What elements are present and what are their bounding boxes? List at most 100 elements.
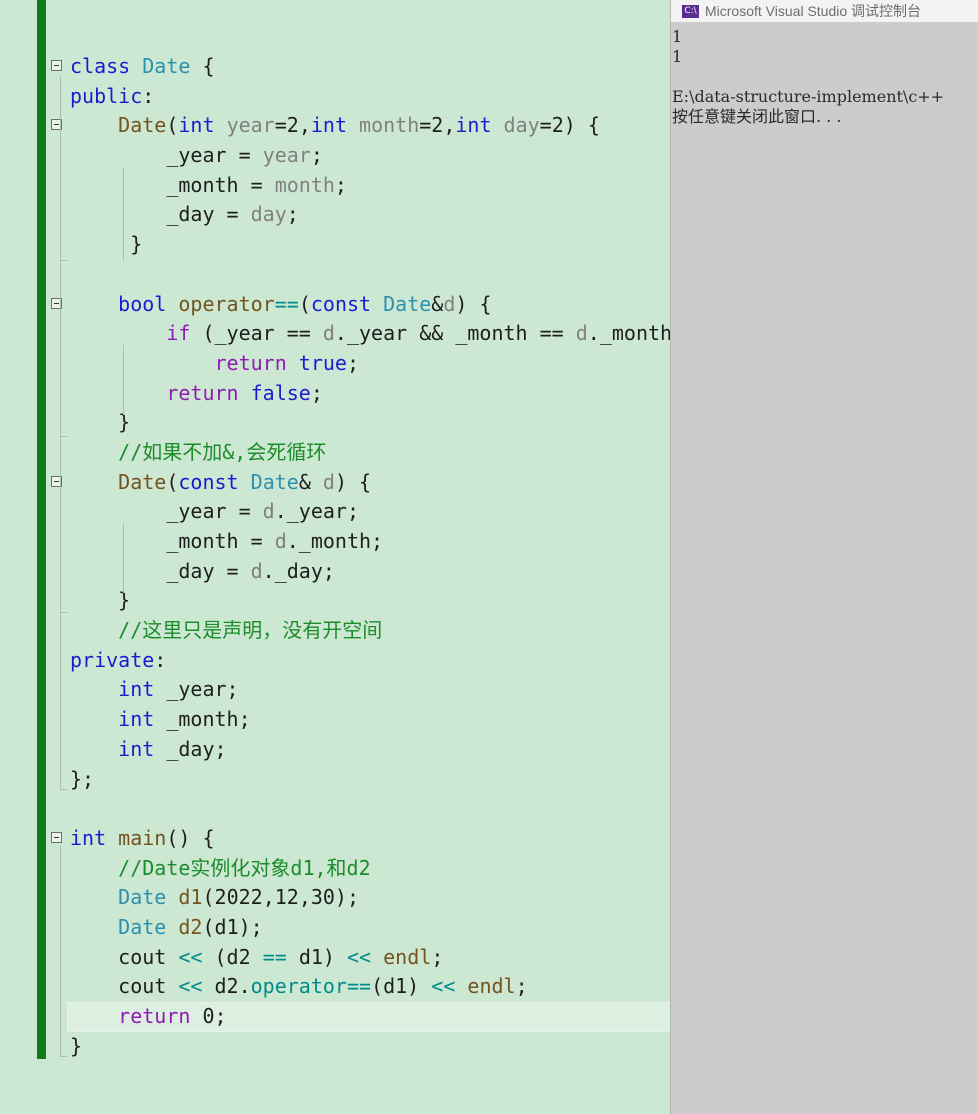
code-line[interactable]: return 0; <box>0 1002 670 1032</box>
code-editor[interactable]: class Date {public: Date(int year=2,int … <box>0 0 670 1114</box>
code-token: int <box>178 113 215 138</box>
code-token: ( <box>298 291 311 316</box>
code-token: d <box>250 558 263 583</box>
code-line[interactable]: Date(int year=2,int month=2,int day=2) { <box>0 111 670 141</box>
code-line[interactable]: int _month; <box>0 705 670 735</box>
code-line[interactable]: } <box>0 586 670 616</box>
console-title: Microsoft Visual Studio 调试控制台 <box>705 3 922 19</box>
code-line[interactable]: _day = day; <box>0 200 670 230</box>
code-line[interactable]: } <box>0 1032 670 1062</box>
code-token: int <box>455 113 492 138</box>
code-token: year <box>262 143 311 168</box>
code-line[interactable]: cout << (d2 == d1) << endl; <box>0 943 670 973</box>
console-title-bar[interactable]: C:\ Microsoft Visual Studio 调试控制台 <box>671 0 978 22</box>
code-token: } <box>70 410 131 435</box>
code-line[interactable]: Date d2(d1); <box>0 913 670 943</box>
code-line[interactable]: bool operator==(const Date&d) { <box>0 290 670 320</box>
code-line[interactable]: _month = month; <box>0 171 670 201</box>
code-token: public <box>70 83 143 108</box>
code-line[interactable]: return false; <box>0 379 670 409</box>
code-token: cout <box>70 974 179 999</box>
code-line[interactable]: //如果不加&,会死循环 <box>0 438 670 468</box>
code-line[interactable]: }; <box>0 765 670 795</box>
code-token: =2, <box>274 113 311 138</box>
outline-guide <box>123 345 124 415</box>
code-token: bool <box>118 291 167 316</box>
code-token: : <box>154 647 167 672</box>
code-token: ( <box>166 469 179 494</box>
code-line[interactable]: _year = d._year; <box>0 497 670 527</box>
code-line[interactable]: cout << d2.operator==(d1) << endl; <box>0 972 670 1002</box>
code-line[interactable] <box>0 260 670 290</box>
code-token: Date <box>118 113 167 138</box>
code-token: class <box>70 54 131 78</box>
code-token: << <box>178 944 203 969</box>
code-token: (d1); <box>202 914 263 939</box>
code-token: private <box>70 647 155 672</box>
code-line[interactable]: _day = d._day; <box>0 557 670 587</box>
code-token: } <box>70 1033 83 1058</box>
code-line[interactable]: int _day; <box>0 735 670 765</box>
outline-guide-end <box>60 436 67 437</box>
code-token: == <box>262 944 287 969</box>
debug-console-window[interactable]: C:\ Microsoft Visual Studio 调试控制台 1 1 E:… <box>670 0 978 1114</box>
code-token: ; <box>346 350 360 375</box>
code-area[interactable]: class Date {public: Date(int year=2,int … <box>0 52 670 1061</box>
code-line[interactable]: _year = year; <box>0 141 670 171</box>
code-token: d <box>262 499 275 524</box>
code-token: _month = <box>70 529 275 553</box>
code-token: //Date实例化对象d1,和d2 <box>70 855 371 880</box>
code-token: == <box>274 291 299 316</box>
code-token: int <box>118 736 155 761</box>
code-token: ) { <box>455 291 492 316</box>
code-line[interactable]: } <box>0 408 670 438</box>
code-line[interactable]: if (_year == d._year && _month == d._mon… <box>0 319 670 349</box>
collapse-icon[interactable] <box>51 60 62 71</box>
code-line[interactable]: return true; <box>0 349 670 379</box>
code-token: ; <box>334 172 347 197</box>
code-line[interactable]: int _year; <box>0 675 670 705</box>
code-token: ( <box>166 113 179 138</box>
code-line[interactable] <box>0 794 670 824</box>
code-token: _year = <box>70 499 263 524</box>
code-token: d <box>322 321 335 346</box>
code-line[interactable]: //这里只是声明，没有开空间 <box>0 616 670 646</box>
code-token: return <box>214 350 287 375</box>
code-line[interactable]: } <box>0 230 670 260</box>
code-token: const <box>178 469 239 494</box>
outline-guide-end <box>60 1056 67 1057</box>
code-line[interactable]: Date d1(2022,12,30); <box>0 883 670 913</box>
outline-guide <box>123 523 124 593</box>
code-line[interactable]: int main() { <box>0 824 670 854</box>
outline-guide <box>60 76 61 789</box>
code-token: day <box>250 202 287 227</box>
code-line[interactable]: Date(const Date& d) { <box>0 468 670 498</box>
code-line[interactable]: public: <box>0 82 670 112</box>
code-line[interactable]: //Date实例化对象d1,和d2 <box>0 854 670 884</box>
code-token: ._year; <box>274 499 359 524</box>
code-token: }; <box>70 766 95 791</box>
code-line[interactable]: class Date { <box>0 52 670 82</box>
code-line[interactable]: _month = d._month; <box>0 527 670 557</box>
code-line[interactable]: private: <box>0 646 670 676</box>
code-token: month <box>274 172 335 197</box>
code-token: () { <box>166 825 215 850</box>
code-token: : <box>142 83 155 108</box>
code-token: (_year == <box>190 321 323 346</box>
code-token: (d2 <box>202 944 263 969</box>
collapse-icon[interactable] <box>51 831 62 843</box>
code-token: _day; <box>154 736 227 761</box>
code-token: d2 <box>178 914 203 939</box>
code-token: int <box>118 707 155 732</box>
code-token: _day = <box>70 558 251 583</box>
